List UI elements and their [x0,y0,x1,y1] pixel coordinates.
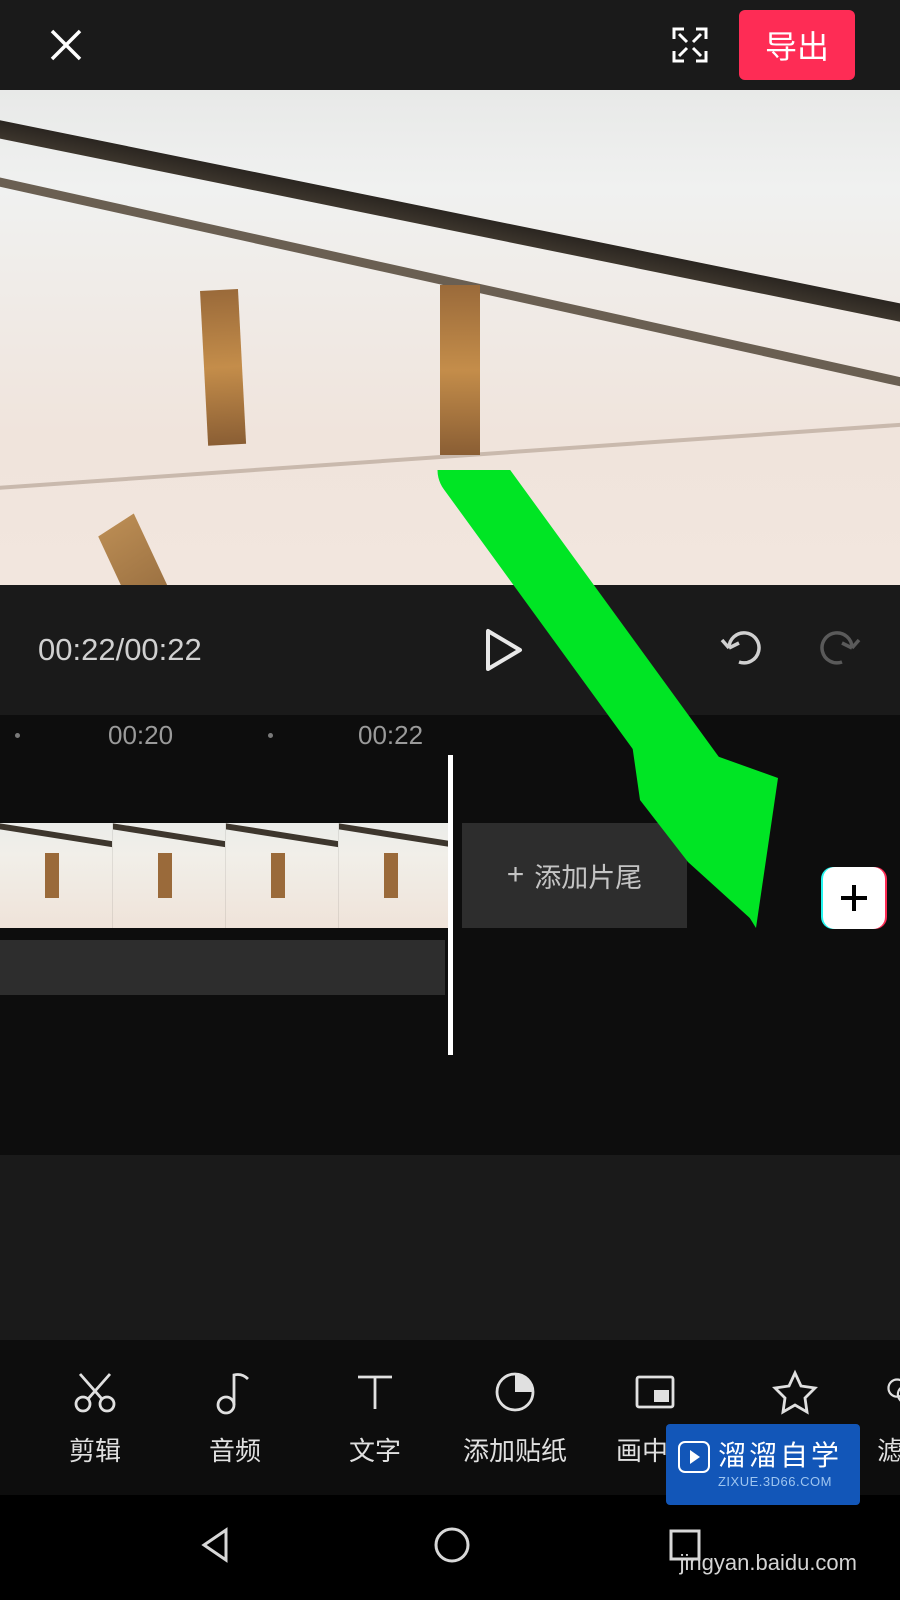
watermark-title: 溜溜自学 [718,1434,842,1474]
plus-icon: + [507,858,525,892]
play-icon [485,628,523,672]
watermark-subtitle: ZIXUE.3D66.COM [718,1474,842,1489]
timeline-area[interactable]: + 添加片尾 [0,755,900,1155]
time-display: 00:22/00:22 [38,632,288,668]
tool-label: 剪辑 [69,1431,121,1468]
top-toolbar: 导出 [0,0,900,90]
add-ending-label: 添加片尾 [534,856,642,895]
video-clip-thumbnail[interactable] [0,823,113,928]
undo-icon [719,628,763,668]
ruler-tick [268,733,273,738]
tool-label: 文字 [349,1431,401,1468]
timeline-ruler[interactable]: 00:20 00:22 [0,715,900,755]
tool-filter[interactable]: 滤 [865,1368,900,1468]
tool-audio[interactable]: 音频 [165,1368,305,1468]
footer-attribution: jingyan.baidu.com [680,1550,857,1576]
nav-home-button[interactable] [431,1524,473,1571]
redo-button [818,628,862,673]
preview-content [98,513,189,585]
video-clips[interactable] [0,823,452,928]
top-right-controls: 导出 [669,10,855,80]
watermark-badge: 溜溜自学 ZIXUE.3D66.COM [666,1424,860,1505]
close-icon [47,26,85,64]
sticker-icon [491,1368,539,1416]
fullscreen-icon [670,25,710,65]
video-clip-thumbnail[interactable] [226,823,339,928]
playback-controls: 00:22/00:22 [0,585,900,715]
undo-button[interactable] [719,628,763,673]
ruler-mark: 00:20 [108,720,173,751]
video-clip-thumbnail[interactable] [339,823,452,928]
export-button[interactable]: 导出 [739,10,855,80]
playhead[interactable] [448,755,453,1055]
add-ending-button[interactable]: + 添加片尾 [462,823,687,928]
ruler-mark: 00:22 [358,720,423,751]
tool-label: 音频 [209,1431,261,1468]
watermark-play-icon [678,1441,710,1473]
add-clip-button[interactable] [823,867,885,929]
ruler-tick [15,733,20,738]
scissors-icon [71,1368,119,1416]
video-preview[interactable] [0,90,900,585]
fullscreen-button[interactable] [669,24,711,66]
circle-home-icon [431,1524,473,1566]
preview-content [200,289,246,446]
redo-icon [818,628,862,668]
music-note-icon [211,1368,259,1416]
star-icon [771,1368,819,1416]
nav-back-button[interactable] [196,1524,238,1571]
filter-icon [877,1368,900,1416]
play-button[interactable] [288,628,719,672]
triangle-back-icon [196,1524,238,1566]
plus-icon [837,881,871,915]
close-button[interactable] [45,24,87,66]
video-clip-thumbnail[interactable] [113,823,226,928]
tool-text[interactable]: 文字 [305,1368,445,1468]
tool-sticker[interactable]: 添加贴纸 [445,1368,585,1468]
system-navigation [0,1495,900,1600]
audio-track[interactable] [0,940,445,995]
undo-redo-group [719,628,862,673]
tool-label: 滤 [877,1431,900,1468]
tool-cut[interactable]: 剪辑 [25,1368,165,1468]
tool-label: 添加贴纸 [463,1431,567,1468]
text-icon [351,1368,399,1416]
preview-content [440,285,480,455]
picture-in-picture-icon [631,1368,679,1416]
